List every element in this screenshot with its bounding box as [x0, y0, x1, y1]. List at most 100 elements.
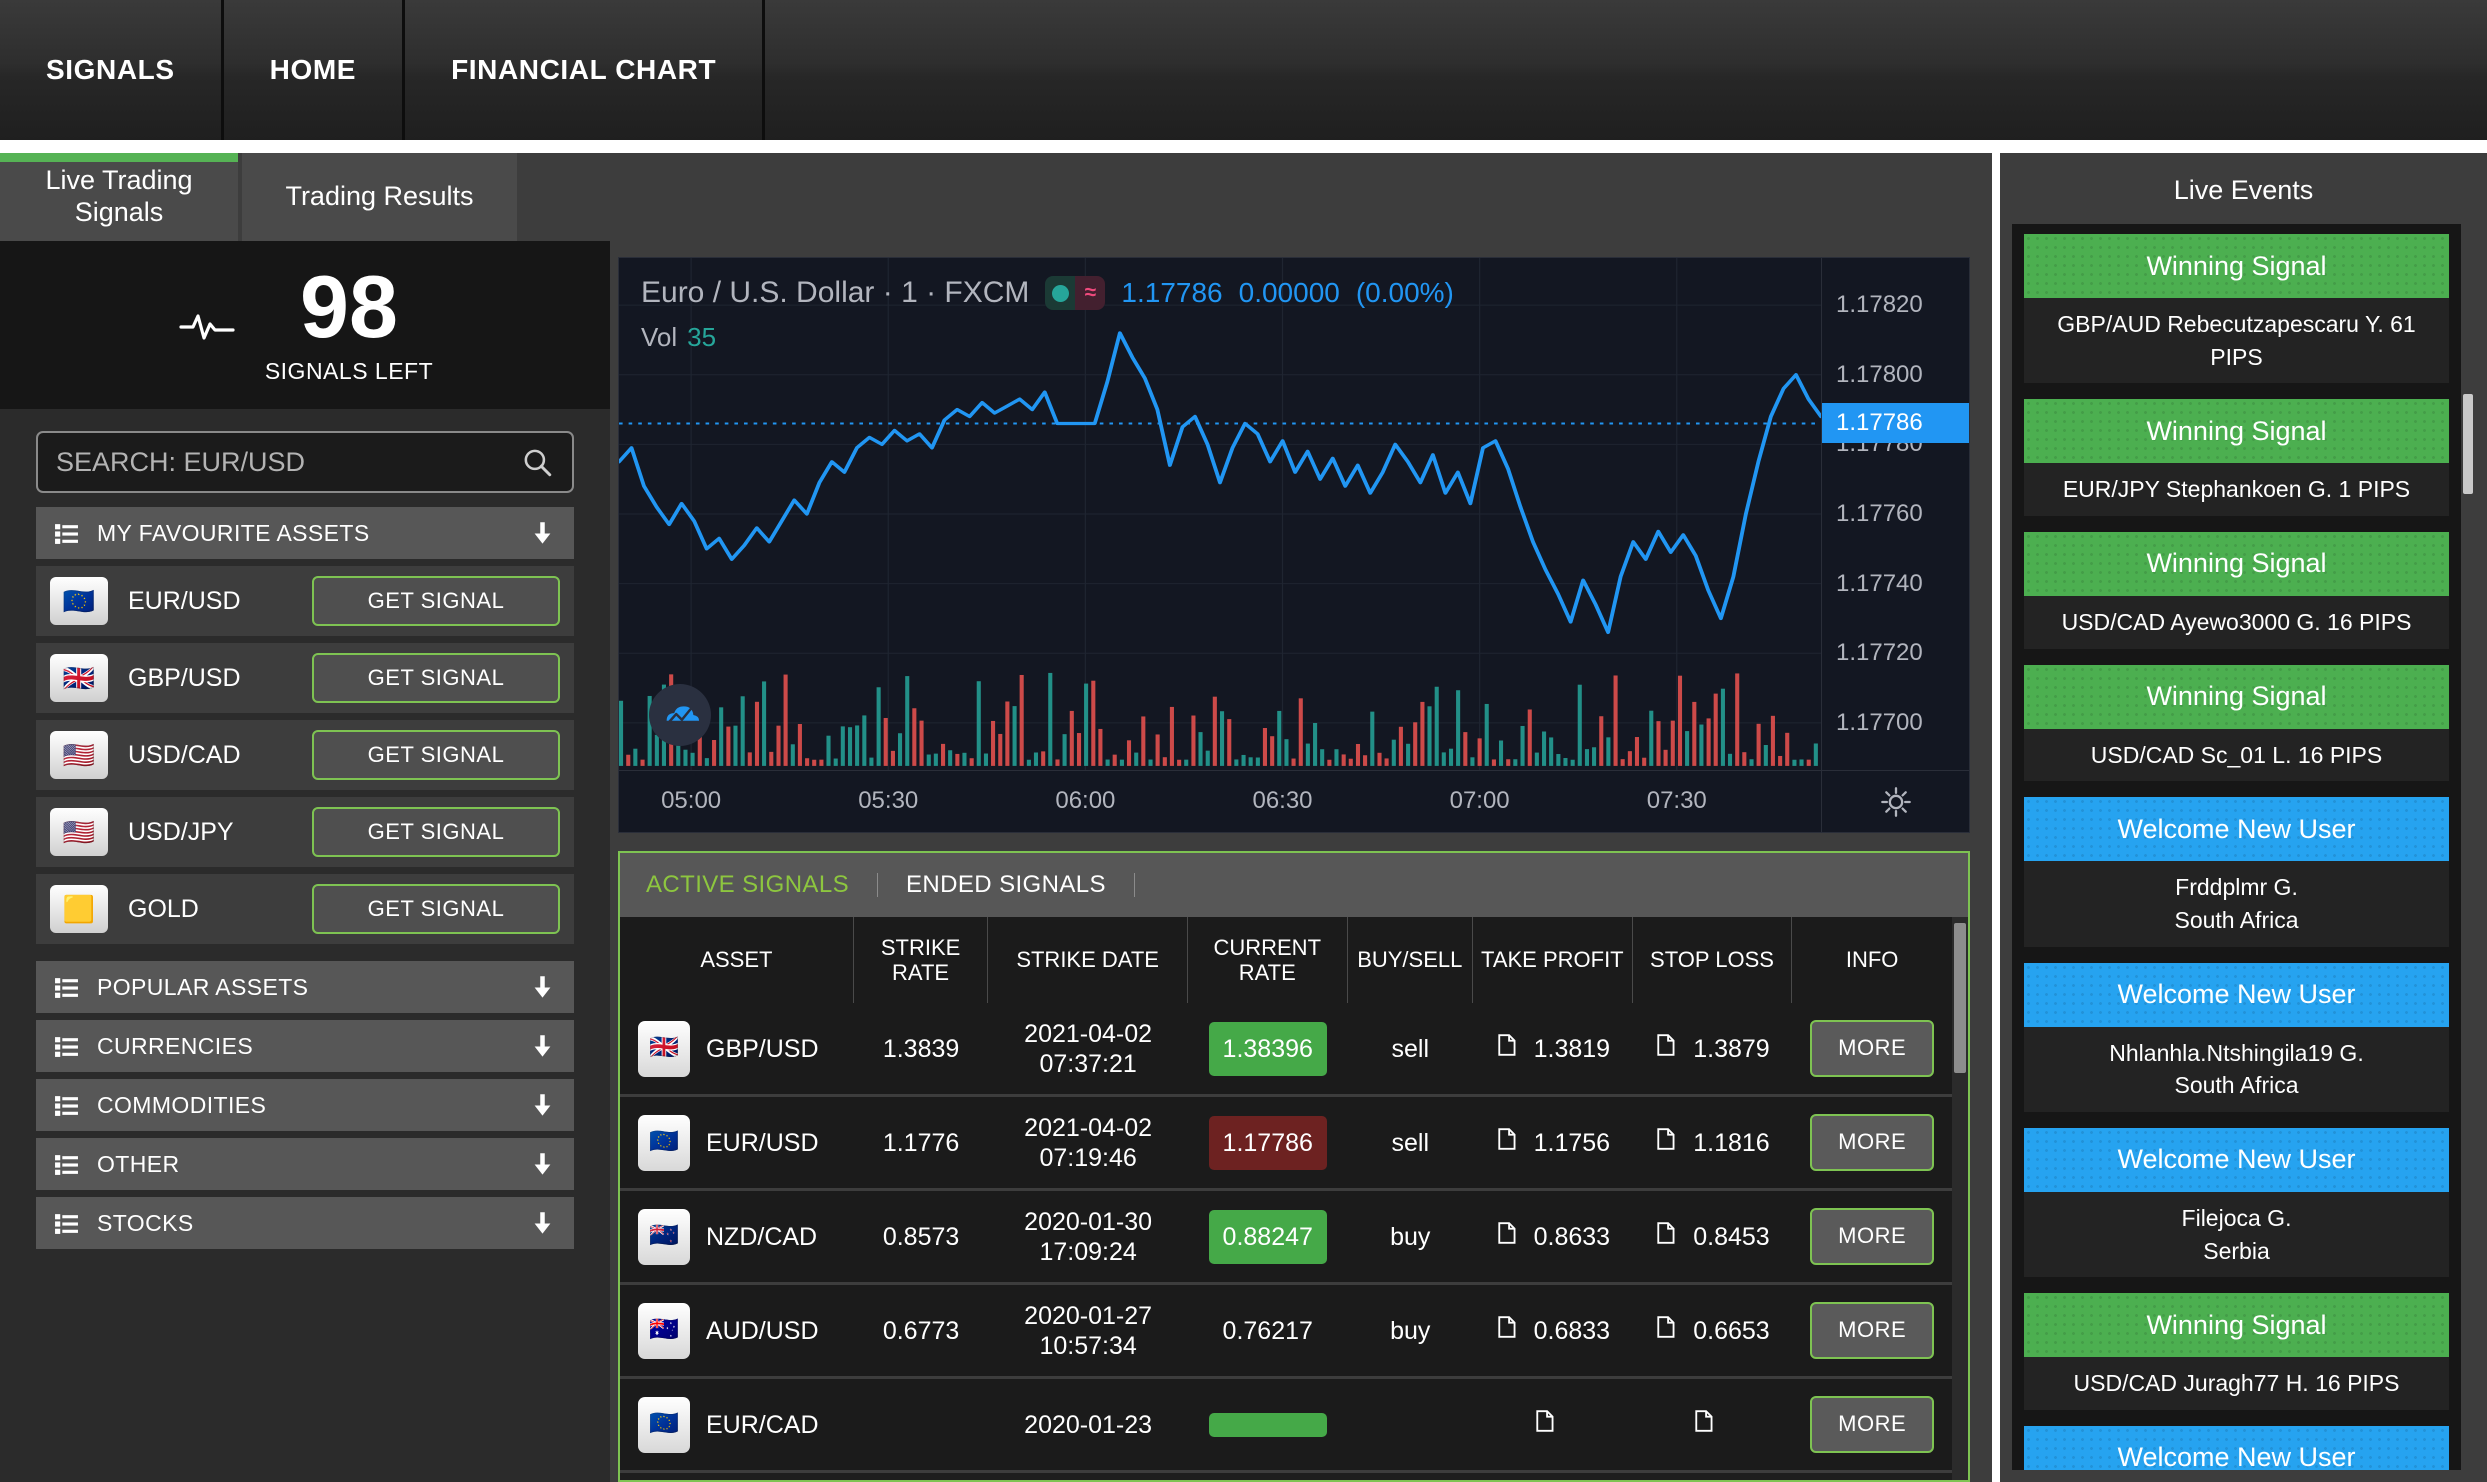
nav-label: FINANCIAL CHART: [451, 54, 717, 85]
live-events-scrollbar[interactable]: [2461, 224, 2475, 1470]
scrollbar-thumb[interactable]: [1954, 923, 1966, 1073]
chart-y-axis[interactable]: 1.17820 1.17800 1.17780 1.17760 1.17740 1.177…: [1821, 258, 1969, 770]
live-event-card[interactable]: Welcome New UserAmjadmohd786 G.Kuwait: [2024, 1425, 2449, 1470]
scrollbar-thumb[interactable]: [2463, 394, 2473, 494]
more-button[interactable]: MORE: [1810, 1020, 1935, 1077]
download-arrow-icon[interactable]: [529, 1210, 556, 1237]
asset-name: USD/JPY: [128, 817, 234, 846]
search-box[interactable]: [36, 431, 574, 493]
nav-item-financial-chart[interactable]: FINANCIAL CHART: [405, 0, 766, 140]
group-header-favourites[interactable]: MY FAVOURITE ASSETS: [36, 507, 574, 559]
copy-icon[interactable]: [1655, 1032, 1679, 1065]
asset-row[interactable]: 🇬🇧 GBP/USD GET SIGNAL: [36, 643, 574, 713]
search-icon[interactable]: [520, 445, 554, 479]
asset-row[interactable]: 🟨 GOLD GET SIGNAL: [36, 874, 574, 944]
chart-x-axis[interactable]: 05:00 05:30 06:00 06:30 07:00 07:30: [619, 770, 1969, 832]
get-signal-button[interactable]: GET SIGNAL: [312, 884, 560, 934]
group-header-commodities[interactable]: COMMODITIES: [36, 1079, 574, 1131]
tab-active-signals[interactable]: ACTIVE SIGNALS: [646, 873, 878, 897]
table-row[interactable]: 🇪🇺 EUR/CAD 2020-01-23 MORE: [620, 1379, 1952, 1473]
list-icon: [54, 1093, 79, 1118]
table-row[interactable]: 🇳🇿 NZD/CAD 0.8573 2020-01-30 17:09:24 0.88247…: [620, 1191, 1952, 1285]
table-row[interactable]: 🇬🇧 GBP/USD 1.3839 2021-04-02 07:37:21 1.38396…: [620, 1003, 1952, 1097]
nav-item-signals[interactable]: SIGNALS: [0, 0, 224, 140]
copy-icon[interactable]: [1534, 1408, 1558, 1441]
price-chart[interactable]: Euro / U.S. Dollar · 1 · FXCM ≈ 1.17786 …: [618, 257, 1970, 833]
get-signal-button[interactable]: GET SIGNAL: [312, 807, 560, 857]
row-stop-loss: 0.6653: [1693, 1316, 1770, 1345]
get-signal-button[interactable]: GET SIGNAL: [312, 730, 560, 780]
chart-main: Euro / U.S. Dollar · 1 · FXCM ≈ 1.17786 …: [619, 258, 1969, 770]
list-icon: [54, 1034, 79, 1059]
download-arrow-icon[interactable]: [529, 1151, 556, 1178]
table-row[interactable]: 🇦🇺 AUD/USD 0.6773 2020-01-27 10:57:34 0.76217…: [620, 1285, 1952, 1379]
copy-icon[interactable]: [1655, 1314, 1679, 1347]
flag-icon: 🇪🇺: [638, 1114, 690, 1171]
row-current-rate: 1.38396: [1208, 1021, 1327, 1076]
live-event-detail: EUR/JPY Stephankoen G. 1 PIPS: [2024, 463, 2449, 516]
nav-item-home[interactable]: HOME: [224, 0, 406, 140]
group-header-stocks[interactable]: STOCKS: [36, 1197, 574, 1249]
live-event-card[interactable]: Winning Signal USD/CAD Sc_01 L. 16 PIPS: [2024, 664, 2449, 782]
live-event-card[interactable]: Welcome New User Frddplmr G. South Africa: [2024, 797, 2449, 947]
tab-ended-signals[interactable]: ENDED SIGNALS: [878, 873, 1135, 897]
get-signal-button[interactable]: GET SIGNAL: [312, 576, 560, 626]
chart-x-tick: 05:30: [858, 787, 919, 814]
copy-icon[interactable]: [1496, 1126, 1520, 1159]
row-asset: NZD/CAD: [706, 1222, 818, 1251]
live-event-card[interactable]: Winning Signal USD/CAD Ayewo3000 G. 16 PI…: [2024, 531, 2449, 649]
chart-plot-area[interactable]: Euro / U.S. Dollar · 1 · FXCM ≈ 1.17786 …: [619, 258, 1821, 770]
chart-y-tick: 1.17720: [1836, 639, 1923, 667]
row-take-profit: 1.1756: [1533, 1128, 1611, 1157]
live-event-detail: Frddplmr G. South Africa: [2024, 861, 2449, 947]
main-panel: Live Trading Signals Trading Results 98: [0, 153, 1992, 1482]
row-stop-loss: 1.1816: [1693, 1128, 1770, 1157]
asset-row[interactable]: 🇺🇸 USD/JPY GET SIGNAL: [36, 797, 574, 867]
download-arrow-icon[interactable]: [529, 974, 556, 1001]
row-strike-date: 2021-04-02 07:37:21: [1024, 1019, 1153, 1078]
chart-settings-button[interactable]: [1821, 771, 1969, 832]
table-column-header: ASSET: [620, 917, 854, 1003]
live-event-header: Winning Signal: [2024, 531, 2449, 596]
live-event-card[interactable]: Winning Signal USD/CAD Juragh77 H. 16 PIP…: [2024, 1293, 2449, 1410]
more-button[interactable]: MORE: [1810, 1114, 1935, 1171]
group-header-label: COMMODITIES: [97, 1091, 267, 1118]
more-button[interactable]: MORE: [1810, 1302, 1935, 1359]
tradingview-logo-icon[interactable]: [649, 684, 711, 746]
copy-icon[interactable]: [1655, 1126, 1679, 1159]
live-event-card[interactable]: Winning Signal EUR/JPY Stephankoen G. 1 P…: [2024, 399, 2449, 516]
search-input[interactable]: [38, 433, 520, 491]
table-column-header: CURRENT RATE: [1188, 917, 1348, 1003]
get-signal-button[interactable]: GET SIGNAL: [312, 653, 560, 703]
live-event-card[interactable]: Welcome New User Nhlanhla.Ntshingila19 G.…: [2024, 962, 2449, 1112]
copy-icon[interactable]: [1496, 1032, 1520, 1065]
asset-row[interactable]: 🇪🇺 EUR/USD GET SIGNAL: [36, 566, 574, 636]
copy-icon[interactable]: [1496, 1314, 1520, 1347]
live-event-card[interactable]: Welcome New User Filejoca G. Serbia: [2024, 1127, 2449, 1278]
live-event-card[interactable]: Winning Signal GBP/AUD Rebecutzapescaru Y…: [2024, 234, 2449, 384]
group-header-currencies[interactable]: CURRENCIES: [36, 1020, 574, 1072]
more-button[interactable]: MORE: [1810, 1208, 1935, 1265]
download-arrow-icon[interactable]: [529, 520, 556, 547]
copy-icon[interactable]: [1655, 1220, 1679, 1253]
table-column-header: STRIKE DATE: [988, 917, 1188, 1003]
live-event-header: Winning Signal: [2024, 234, 2449, 298]
group-header-label: CURRENCIES: [97, 1032, 254, 1059]
asset-row[interactable]: 🇺🇸 USD/CAD GET SIGNAL: [36, 720, 574, 790]
copy-icon[interactable]: [1693, 1408, 1717, 1441]
more-button[interactable]: MORE: [1810, 1396, 1935, 1453]
group-header-popular-assets[interactable]: POPULAR ASSETS: [36, 961, 574, 1013]
copy-icon[interactable]: [1496, 1220, 1520, 1253]
tab-live-trading-signals[interactable]: Live Trading Signals: [0, 153, 238, 241]
chart-current-price-badge: 1.17786: [1822, 403, 1969, 444]
download-arrow-icon[interactable]: [529, 1092, 556, 1119]
table-column-header: STOP LOSS: [1633, 917, 1793, 1003]
download-arrow-icon[interactable]: [529, 1033, 556, 1060]
tab-trading-results[interactable]: Trading Results: [242, 153, 517, 241]
live-events-body: Winning Signal GBP/AUD Rebecutzapescaru Y…: [2012, 224, 2475, 1470]
signals-table-scrollbar[interactable]: [1952, 917, 1968, 1480]
group-header-other[interactable]: OTHER: [36, 1138, 574, 1190]
group-header-label: MY FAVOURITE ASSETS: [97, 519, 370, 546]
signals-left-value: 98: [300, 256, 398, 356]
table-row[interactable]: 🇪🇺 EUR/USD 1.1776 2021-04-02 07:19:46 1.17786…: [620, 1097, 1952, 1191]
